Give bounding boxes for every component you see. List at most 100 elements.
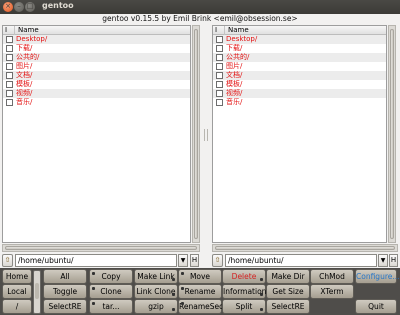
file-row[interactable]: 图片/ [213,62,386,71]
app-subtitle: gentoo v0.15.5 by Emil Brink <emil@obses… [102,14,298,23]
file-row[interactable]: 模板/ [213,80,386,89]
clone-button[interactable]: Clone [89,284,133,299]
right-horizontal-scrollbar[interactable] [212,244,398,252]
select-checkbox[interactable] [216,45,223,52]
select-checkbox[interactable] [216,90,223,97]
select-checkbox[interactable] [6,63,13,70]
column-header-index[interactable]: I [215,26,217,35]
maximize-icon[interactable]: □ [25,2,35,12]
scroll-thumb[interactable] [5,246,197,250]
menu-indicator-icon [181,272,184,275]
configure-button[interactable]: Configure... [355,269,400,284]
tar-button[interactable]: tar... [89,299,133,314]
file-row[interactable]: 视频/ [213,89,386,98]
left-horizontal-scrollbar[interactable] [2,244,200,252]
file-row[interactable]: 文档/ [3,71,190,80]
select-checkbox[interactable] [6,81,13,88]
all-button[interactable]: All [43,269,87,284]
split-button[interactable]: Split [222,299,266,314]
select-checkbox[interactable] [6,99,13,106]
menu-indicator-icon [260,293,263,296]
select-checkbox[interactable] [216,54,223,61]
xterm-button[interactable]: XTerm [310,284,354,299]
delete-button[interactable]: Delete [222,269,266,284]
scroll-thumb[interactable] [390,29,394,239]
select-checkbox[interactable] [6,36,13,43]
history-button[interactable]: H [389,254,398,267]
information-button[interactable]: Information [222,284,266,299]
right-vertical-scrollbar[interactable] [388,25,396,243]
scroll-thumb[interactable] [194,29,198,239]
parent-dir-icon[interactable]: ⇧ [212,254,223,267]
select-checkbox[interactable] [6,45,13,52]
menu-indicator-icon [260,278,263,281]
button-label: Quit [368,302,384,311]
select-checkbox[interactable] [216,81,223,88]
gzip-button[interactable]: gzip [134,299,178,314]
move-button[interactable]: Move [178,269,222,284]
parent-dir-icon[interactable]: ⇧ [2,254,13,267]
select-checkbox[interactable] [216,36,223,43]
select-checkbox[interactable] [6,54,13,61]
file-row[interactable]: 文档/ [213,71,386,80]
close-icon[interactable]: × [3,2,13,12]
file-row[interactable]: Desktop/ [3,35,190,44]
quit-button[interactable]: Quit [355,299,397,314]
scroll-thumb[interactable] [35,283,39,299]
divider-grip-icon[interactable] [204,129,208,141]
file-row[interactable]: 公共的/ [3,53,190,62]
selectre-button[interactable]: SelectRE [43,299,87,314]
file-row[interactable]: Desktop/ [213,35,386,44]
file-row[interactable]: 下载/ [213,44,386,53]
file-row[interactable]: 音乐/ [213,98,386,107]
left-path-input[interactable]: /home/ubuntu/ [15,254,177,267]
link-clone-button[interactable]: Link Clone [134,284,178,299]
button-label: Link Clone [136,287,176,296]
right-path-input[interactable]: /home/ubuntu/ [225,254,377,267]
history-button[interactable]: H [190,254,199,267]
select-checkbox[interactable] [216,99,223,106]
button-bank-scrollbar[interactable] [33,270,41,314]
left-vertical-scrollbar[interactable] [192,25,200,243]
file-row[interactable]: 公共的/ [213,53,386,62]
column-header-name[interactable]: Name [14,26,39,35]
select-checkbox[interactable] [6,90,13,97]
column-header-index[interactable]: I [5,26,7,35]
side-button-local[interactable]: Local [2,284,32,299]
button-label: Get Size [272,287,304,296]
renameseq-button[interactable]: RenameSeq [178,299,224,314]
file-row[interactable]: 视频/ [3,89,190,98]
button-label: All [60,272,70,281]
scroll-thumb[interactable] [215,246,395,250]
copy-button[interactable]: Copy [89,269,133,284]
menu-indicator-icon [92,287,95,290]
make-link-button[interactable]: Make Link [134,269,178,284]
side-button-root[interactable]: / [2,299,32,314]
file-row[interactable]: 下载/ [3,44,190,53]
side-button-home[interactable]: Home [2,269,32,284]
get-size-button[interactable]: Get Size [266,284,310,299]
selectre-button[interactable]: SelectRE [266,299,310,314]
path-dropdown-icon[interactable]: ▼ [178,254,188,267]
button-label: Rename [184,287,216,296]
file-row[interactable]: 音乐/ [3,98,190,107]
left-file-pane[interactable]: I Name Desktop/下载/公共的/图片/文档/模板/视频/音乐/ [2,25,191,243]
right-file-pane[interactable]: I Name Desktop/下载/公共的/图片/文档/模板/视频/音乐/ [212,25,387,243]
file-row[interactable]: 模板/ [3,80,190,89]
chmod-button[interactable]: ChMod [310,269,354,284]
menu-indicator-icon [172,278,175,281]
toggle-button[interactable]: Toggle [43,284,87,299]
path-dropdown-icon[interactable]: ▼ [378,254,388,267]
rename-button[interactable]: Rename [178,284,222,299]
select-checkbox[interactable] [6,72,13,79]
file-name: 模板/ [226,80,243,88]
button-label: SelectRE [48,302,82,311]
pane-divider[interactable] [201,25,211,243]
button-label: Clone [100,287,122,296]
select-checkbox[interactable] [216,72,223,79]
file-row[interactable]: 图片/ [3,62,190,71]
minimize-icon[interactable]: – [14,2,24,12]
make-dir-button[interactable]: Make Dir [266,269,310,284]
select-checkbox[interactable] [216,63,223,70]
column-header-name[interactable]: Name [224,26,249,35]
